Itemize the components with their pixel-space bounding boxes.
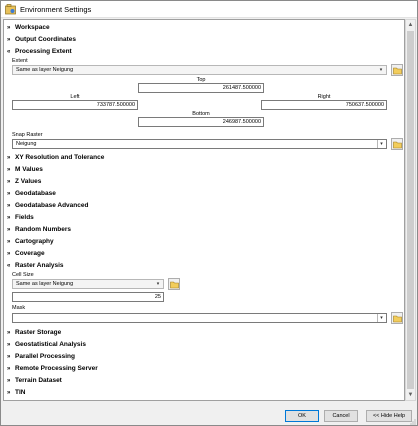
section-raster-storage[interactable]: » Raster Storage bbox=[7, 329, 61, 339]
resize-grip-icon[interactable] bbox=[409, 418, 416, 425]
ok-button[interactable]: OK bbox=[285, 410, 319, 422]
section-raster-analysis[interactable]: «Raster Analysis bbox=[7, 262, 64, 272]
cell-size-browse-button[interactable] bbox=[168, 278, 180, 290]
section-cartography[interactable]: » Cartography bbox=[7, 238, 54, 248]
section-random-numbers[interactable]: » Random Numbers bbox=[7, 226, 71, 236]
folder-icon bbox=[393, 67, 402, 75]
folder-icon bbox=[393, 315, 402, 323]
chevron-down-icon: ▾ bbox=[379, 67, 383, 73]
cancel-button[interactable]: Cancel bbox=[324, 410, 358, 422]
chevron-down-double-icon: » bbox=[7, 203, 11, 209]
extent-label: Extent bbox=[12, 58, 28, 64]
chevron-down-double-icon: » bbox=[7, 251, 11, 257]
chevron-down-double-icon: » bbox=[7, 390, 11, 396]
left-field[interactable]: 733787.500000 bbox=[12, 100, 138, 110]
snap-raster-label: Snap Raster bbox=[12, 132, 43, 138]
chevron-down-double-icon: » bbox=[7, 179, 11, 185]
section-xy-resolution[interactable]: » XY Resolution and Tolerance bbox=[7, 154, 104, 164]
section-coverage[interactable]: » Coverage bbox=[7, 250, 45, 260]
chevron-down-icon: ▾ bbox=[377, 140, 385, 148]
title-bar: Environment Settings bbox=[1, 1, 417, 18]
hide-help-button[interactable]: << Hide Help bbox=[366, 410, 412, 422]
window-title: Environment Settings bbox=[20, 5, 92, 14]
section-z-values[interactable]: » Z Values bbox=[7, 178, 41, 188]
chevron-down-double-icon: » bbox=[7, 378, 11, 384]
chevron-down-double-icon: » bbox=[7, 25, 11, 31]
section-tin[interactable]: » TIN bbox=[7, 389, 25, 399]
chevron-down-double-icon: » bbox=[7, 239, 11, 245]
chevron-down-double-icon: » bbox=[7, 215, 11, 221]
scroll-thumb[interactable] bbox=[407, 31, 414, 389]
section-processing-extent[interactable]: «Processing Extent bbox=[7, 48, 72, 58]
app-icon bbox=[5, 4, 16, 15]
folder-icon bbox=[393, 141, 402, 149]
section-parallel-processing[interactable]: » Parallel Processing bbox=[7, 353, 75, 363]
extent-dropdown[interactable]: Same as layer Neigung ▾ bbox=[12, 65, 387, 75]
settings-panel: » Workspace » Output Coordinates «Processi… bbox=[3, 19, 405, 401]
snap-raster-dropdown[interactable]: Neigung ▾ bbox=[12, 139, 387, 149]
cell-size-field[interactable]: 25 bbox=[12, 292, 164, 302]
cell-size-dropdown[interactable]: Same as layer Neigung ▾ bbox=[12, 279, 164, 289]
chevron-down-double-icon: » bbox=[7, 167, 11, 173]
section-geodatabase[interactable]: » Geodatabase bbox=[7, 190, 56, 200]
mask-browse-button[interactable] bbox=[391, 312, 403, 324]
mask-label: Mask bbox=[12, 305, 26, 311]
section-fields[interactable]: » Fields bbox=[7, 214, 34, 224]
chevron-up-double-icon: « bbox=[7, 49, 11, 55]
right-field[interactable]: 750637.500000 bbox=[261, 100, 387, 110]
snap-raster-browse-button[interactable] bbox=[391, 138, 403, 150]
top-field[interactable]: 261487.500000 bbox=[138, 83, 264, 93]
section-geostatistical-analysis[interactable]: » Geostatistical Analysis bbox=[7, 341, 86, 351]
chevron-down-double-icon: » bbox=[7, 354, 11, 360]
mask-dropdown[interactable]: ▾ bbox=[12, 313, 387, 323]
vertical-scrollbar[interactable]: ▲ ▼ bbox=[405, 19, 416, 401]
section-geodatabase-advanced[interactable]: » Geodatabase Advanced bbox=[7, 202, 88, 212]
section-terrain-dataset[interactable]: » Terrain Dataset bbox=[7, 377, 62, 387]
scroll-up-icon[interactable]: ▲ bbox=[406, 20, 415, 30]
environment-settings-window: Environment Settings » Workspace » Output … bbox=[0, 0, 418, 426]
extent-browse-button[interactable] bbox=[391, 64, 403, 76]
chevron-up-double-icon: « bbox=[7, 263, 11, 269]
chevron-down-double-icon: » bbox=[7, 330, 11, 336]
section-workspace[interactable]: » Workspace bbox=[7, 24, 50, 34]
bottom-field[interactable]: 246987.500000 bbox=[138, 117, 264, 127]
chevron-down-icon: ▾ bbox=[156, 281, 160, 287]
cell-size-label: Cell Size bbox=[12, 272, 34, 278]
chevron-down-icon: ▾ bbox=[377, 314, 385, 322]
chevron-down-double-icon: » bbox=[7, 191, 11, 197]
scroll-down-icon[interactable]: ▼ bbox=[406, 390, 415, 400]
section-remote-processing-server[interactable]: » Remote Processing Server bbox=[7, 365, 98, 375]
chevron-down-double-icon: » bbox=[7, 227, 11, 233]
chevron-down-double-icon: » bbox=[7, 37, 11, 43]
chevron-down-double-icon: » bbox=[7, 155, 11, 161]
section-output-coordinates[interactable]: » Output Coordinates bbox=[7, 36, 76, 46]
chevron-down-double-icon: » bbox=[7, 342, 11, 348]
folder-icon bbox=[170, 281, 179, 289]
section-m-values[interactable]: » M Values bbox=[7, 166, 43, 176]
chevron-down-double-icon: » bbox=[7, 366, 11, 372]
